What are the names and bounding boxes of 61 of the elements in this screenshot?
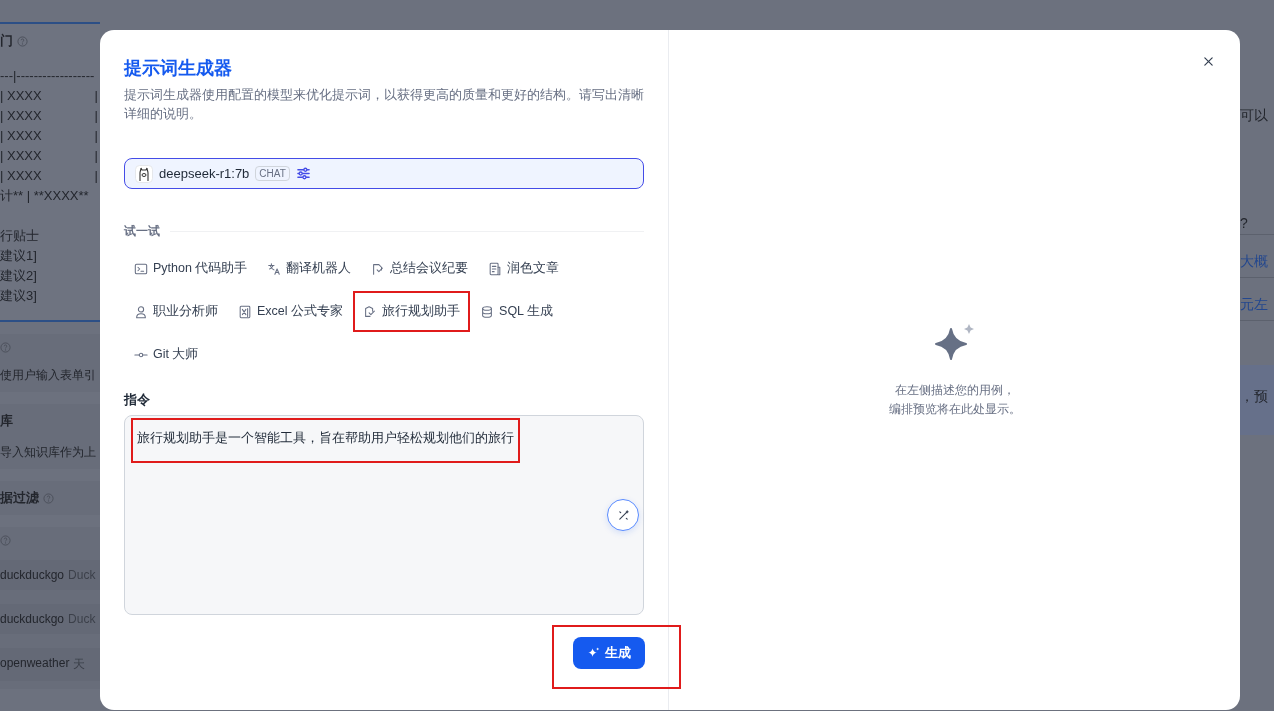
example-item[interactable]: SQL 生成 (474, 297, 560, 326)
dialog-description: 提示词生成器使用配置的模型来优化提示词，以获得更高的质量和更好的结构。请写出清晰详细的说明。 (124, 87, 645, 123)
field-label: 指令 (124, 391, 151, 409)
table-cell-text: | XXXX (0, 147, 42, 165)
magic-wand-icon (616, 508, 630, 522)
section-title: 据过滤 (0, 489, 39, 507)
close-icon[interactable] (1203, 56, 1214, 67)
help-icon[interactable] (43, 492, 54, 504)
model-name: deepseek-r1:7b (159, 166, 250, 181)
example-item[interactable]: 总结会议纪要 (365, 254, 475, 283)
model-type-tag: CHAT (255, 166, 290, 181)
example-item[interactable]: 旅行规划助手 (357, 297, 467, 326)
editor-text-line: ---|------------------ (0, 67, 95, 85)
example-item[interactable]: Git 大师 (128, 340, 205, 369)
table-cell-text: | (94, 147, 98, 165)
dialog-title: 提示词生成器 (124, 57, 233, 80)
editor-text-line: 建议1] (0, 247, 37, 265)
sliders-icon[interactable] (295, 166, 311, 181)
example-item[interactable]: 翻译机器人 (261, 254, 358, 283)
example-item[interactable]: Excel 公式专家 (232, 297, 350, 326)
table-cell-text: | XXXX (0, 127, 42, 145)
document-icon (488, 261, 503, 276)
sheet-icon (238, 304, 252, 319)
magic-wand-button[interactable] (607, 499, 639, 531)
llama-icon (135, 164, 153, 183)
tool-name: duckduckgo (0, 612, 65, 626)
editor-text-line: 行贴士 (0, 227, 39, 245)
example-item[interactable]: 润色文章 (482, 254, 566, 283)
editor-text-line: 建议3] (0, 287, 37, 305)
database-icon (480, 304, 495, 319)
instruction-field[interactable]: 旅行规划助手是一个智能工具，旨在帮助用户轻松规划他们的旅行 (124, 415, 644, 615)
editor-text-line: 建议2] (0, 267, 37, 285)
sparkle-icon (587, 646, 600, 660)
panel-title: 门 (0, 32, 13, 50)
help-icon[interactable] (0, 535, 11, 546)
section-title: 库 (0, 412, 13, 430)
table-cell-text: | XXXX (0, 87, 42, 105)
instruction-text: 旅行规划助手是一个智能工具，旨在帮助用户轻松规划他们的旅行 (137, 430, 514, 445)
person-icon (134, 304, 148, 319)
table-cell-text: | XXXX (0, 167, 42, 185)
section-label: 试一试 (124, 223, 160, 240)
model-selector[interactable]: deepseek-r1:7b CHAT (124, 158, 644, 189)
terminal-icon (134, 261, 148, 276)
chat-text: 可以 (1240, 106, 1269, 125)
empty-preview-message: 在左侧描述您的用例， 编排预览将在此处显示。 (888, 382, 1021, 418)
table-cell-text: | (94, 127, 98, 145)
chat-text: ，预 (1240, 365, 1274, 435)
generate-button[interactable]: 生成 (573, 637, 645, 669)
help-icon[interactable] (17, 35, 28, 47)
tool-name: openweather (0, 656, 70, 672)
example-item[interactable]: Python 代码助手 (128, 254, 254, 283)
table-cell-text: | (94, 107, 98, 125)
translate-icon (267, 261, 282, 276)
help-icon[interactable] (0, 342, 11, 353)
editor-text-line: 计** | **XXXX** (0, 187, 89, 205)
section-description: 使用户输入表单引 (0, 367, 97, 384)
tool-name: duckduckgo (0, 568, 65, 582)
table-cell-text: | (94, 167, 98, 185)
table-cell-text: | XXXX (0, 107, 42, 125)
example-item[interactable]: 职业分析师 (128, 297, 224, 326)
table-cell-text: | (94, 87, 98, 105)
